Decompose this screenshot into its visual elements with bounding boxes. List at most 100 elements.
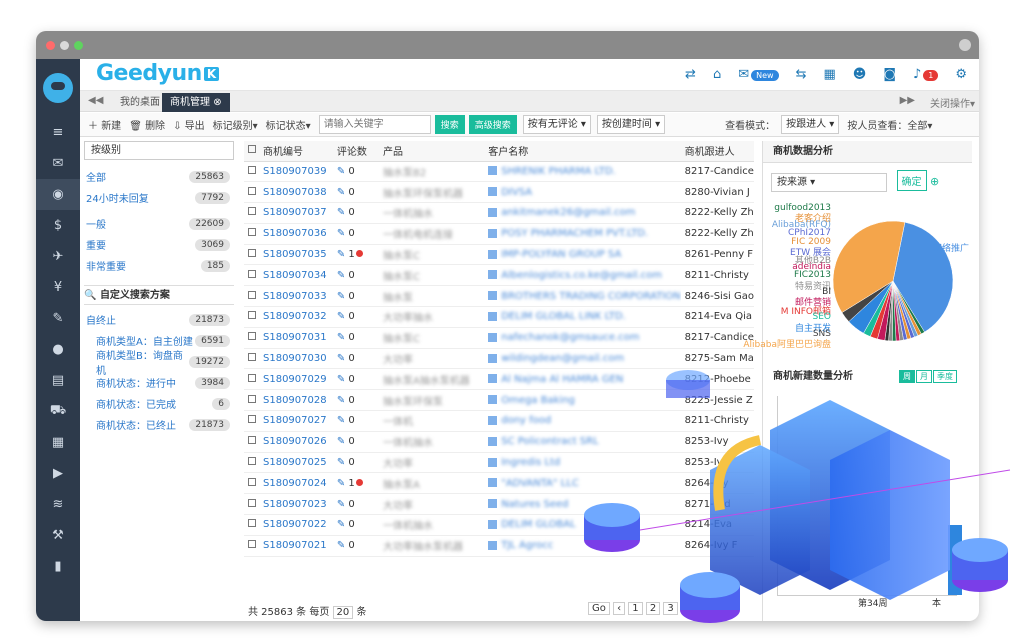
row-checkbox-box[interactable] [248,415,256,424]
table-row[interactable]: S180907031 ✎ 0 抽水泵C nafechanok@gmsauce.com 82… [244,327,754,349]
customer-cell[interactable]: nafechanok@gmsauce.com [484,327,681,349]
level-select[interactable]: 按级别 [84,141,234,160]
opportunity-code[interactable]: S180907027 [259,410,333,432]
customer-cell[interactable]: DELIM GLOBAL LINK LTD. [484,306,681,328]
row-checkbox[interactable] [244,368,259,391]
row-checkbox-box[interactable] [248,457,256,466]
table-row[interactable]: S180907036 ✎ 0 一体机电机连接 POSY PHARMACHEM PVT.L… [244,223,754,245]
opportunity-code[interactable]: S180907035 [259,244,333,266]
table-row[interactable]: S180907039 ✎ 0 抽水泵B2 SHRENIK PHARMA LTD. 8217… [244,161,754,183]
table-row[interactable]: S180907034 ✎ 0 抽水泵C Albenlogistics.co.ke@gma… [244,264,754,287]
edit-icon[interactable]: ✎ [337,499,345,510]
row-checkbox-box[interactable] [248,353,256,362]
customer-name[interactable]: ankitmanek26@gmail.com [501,207,635,218]
mail-icon[interactable]: ✉ [36,148,80,179]
opportunity-code[interactable]: S180907030 [259,348,333,370]
row-checkbox[interactable] [244,264,259,287]
table-row[interactable]: S180907037 ✎ 0 一体机抽水 ankitmanek26@gmail.com 8… [244,202,754,224]
filter-item[interactable]: 商机状态：已完成 6 [84,393,234,414]
period-quarter[interactable]: 季度 [933,370,957,383]
tab-prev-icon[interactable]: ◀◀ [88,95,103,106]
customer-cell[interactable]: TJL Agrocc [484,535,681,557]
edit-icon[interactable]: ✎ [337,457,345,468]
row-checkbox[interactable] [244,452,259,474]
opportunity-code[interactable]: S180907033 [259,285,333,308]
staff-view-dropdown[interactable]: 按人员查看：全部▾ [847,117,932,132]
customer-name[interactable]: dony food [501,415,551,426]
customer-cell[interactable]: wildingdean@gmail.com [484,348,681,370]
edit-icon[interactable]: ✎ [337,353,345,364]
opportunity-code[interactable]: S180907024 [259,472,333,495]
customer-name[interactable]: nafechanok@gmsauce.com [501,332,639,343]
opportunity-code[interactable]: S180907029 [259,368,333,391]
customer-name[interactable]: SHRENIK PHARMA LTD. [501,166,615,177]
customer-name[interactable]: Natures Seed [501,499,568,510]
advanced-search-button[interactable]: 高级搜索 [468,115,517,134]
row-checkbox[interactable] [244,327,259,349]
filter-item[interactable]: 商机状态：进行中 3984 [84,372,234,393]
row-checkbox[interactable] [244,202,259,224]
customer-cell[interactable]: POSY PHARMACHEM PVT.LTD. [484,223,681,245]
row-checkbox-box[interactable] [248,249,256,258]
opportunity-code[interactable]: S180907032 [259,306,333,328]
minimize-window-icon[interactable] [60,41,69,50]
page-2[interactable]: 2 [645,602,661,615]
row-checkbox-box[interactable] [248,228,256,237]
per-page-select[interactable]: 20 [332,606,354,619]
tab-home[interactable]: 我的桌面 [112,93,168,112]
table-row[interactable]: S180907035 ✎ 1 抽水泵C IMP-POLYFAN GROUP SA 8261… [244,244,754,266]
gear-icon[interactable]: ⚙ [955,67,967,82]
row-checkbox[interactable] [244,431,259,453]
filter-item[interactable]: 24小时未回复 7792 [84,187,234,208]
plane-icon[interactable]: ✈ [36,241,80,272]
opportunity-code[interactable]: S180907028 [259,389,333,412]
row-checkbox[interactable] [244,161,259,183]
close-operations[interactable]: 关闭操作▾ [930,95,975,110]
customer-cell[interactable]: Al Najma Al HAMRA GEN [484,368,681,391]
edit-icon[interactable]: ✎ [337,207,345,218]
page-1[interactable]: 1 [628,602,643,615]
row-checkbox-box[interactable] [248,519,256,528]
new-button[interactable]: ＋ 新建 [88,117,121,132]
row-checkbox[interactable] [244,472,259,495]
delete-button[interactable]: 🗑 删除 [129,117,165,132]
search-button[interactable]: 搜索 [434,115,465,134]
opportunity-code[interactable]: S180907037 [259,202,333,224]
customer-cell[interactable]: "ADVANTA" LLC [484,472,681,495]
edit-icon[interactable]: ✎ [337,519,345,530]
edit-icon[interactable]: ✎ [337,478,345,489]
table-row[interactable]: S180907028 ✎ 0 抽水泵环保泵 Omega Baking 8225-Jessi… [244,389,754,412]
edit-icon[interactable]: ✎ [337,249,345,260]
edit-icon[interactable]: ✎ [337,291,345,302]
users-icon[interactable]: ☻ [853,67,867,82]
map-icon[interactable]: ▤ [36,365,80,396]
hammer-icon[interactable]: ⚒ [36,520,80,551]
row-checkbox[interactable] [244,535,259,557]
source-select[interactable]: 按来源 ▾ [771,173,887,192]
customer-cell[interactable]: dony food [484,410,681,432]
customer-name[interactable]: TJL Agrocc [501,540,553,551]
row-checkbox[interactable] [244,306,259,328]
opportunity-code[interactable]: S180907036 [259,223,333,245]
table-row[interactable]: S180907029 ✎ 0 抽水泵A抽水泵机器 Al Najma Al HAMRA G… [244,368,754,391]
period-week[interactable]: 周 [899,370,915,383]
opportunity-code[interactable]: S180907025 [259,452,333,474]
filter-item[interactable]: 全部 25863 [84,166,234,187]
header-code[interactable]: 商机编号 [259,141,333,162]
filter-item[interactable]: 自终止 21873 [84,309,234,330]
table-row[interactable]: S180907022 ✎ 0 一体机抽水 DELIM GLOBAL 8214-Eva [244,514,754,536]
opportunity-code[interactable]: S180907039 [259,161,333,183]
row-checkbox-box[interactable] [248,186,256,195]
yen-icon[interactable]: ¥ [36,272,80,303]
customer-cell[interactable]: DIVSA [484,181,681,204]
edit-icon[interactable]: ✎ [337,270,345,281]
select-all-checkbox-box[interactable] [248,145,256,154]
table-row[interactable]: S180907038 ✎ 0 抽水泵环保泵机器 DIVSA 8280-Vivian J [244,181,754,204]
play-icon[interactable]: ▶ [36,458,80,489]
edit-icon[interactable]: ✎ [337,166,345,177]
window-menu-icon[interactable] [959,39,971,51]
customer-name[interactable]: "ADVANTA" LLC [501,478,579,489]
row-checkbox-box[interactable] [248,540,256,549]
edit-icon[interactable]: ✎ [337,228,345,239]
customer-cell[interactable]: ankitmanek26@gmail.com [484,202,681,224]
